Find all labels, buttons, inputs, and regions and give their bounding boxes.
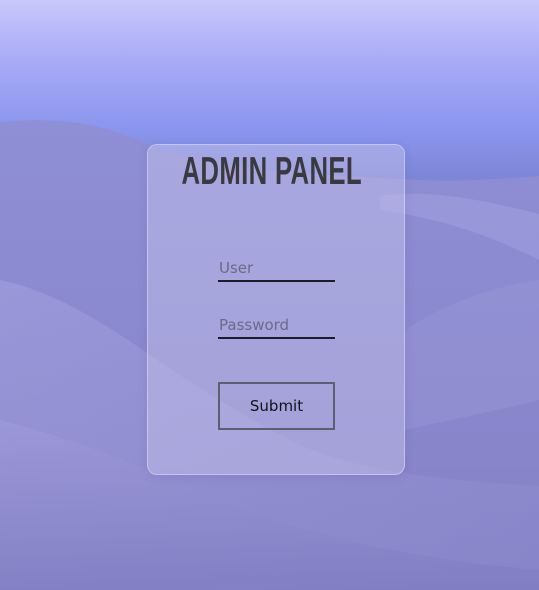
submit-button[interactable]: Submit	[218, 382, 335, 430]
user-input[interactable]	[218, 256, 335, 282]
page-title: ADMIN PANEL	[181, 150, 362, 193]
password-input[interactable]	[218, 313, 335, 339]
